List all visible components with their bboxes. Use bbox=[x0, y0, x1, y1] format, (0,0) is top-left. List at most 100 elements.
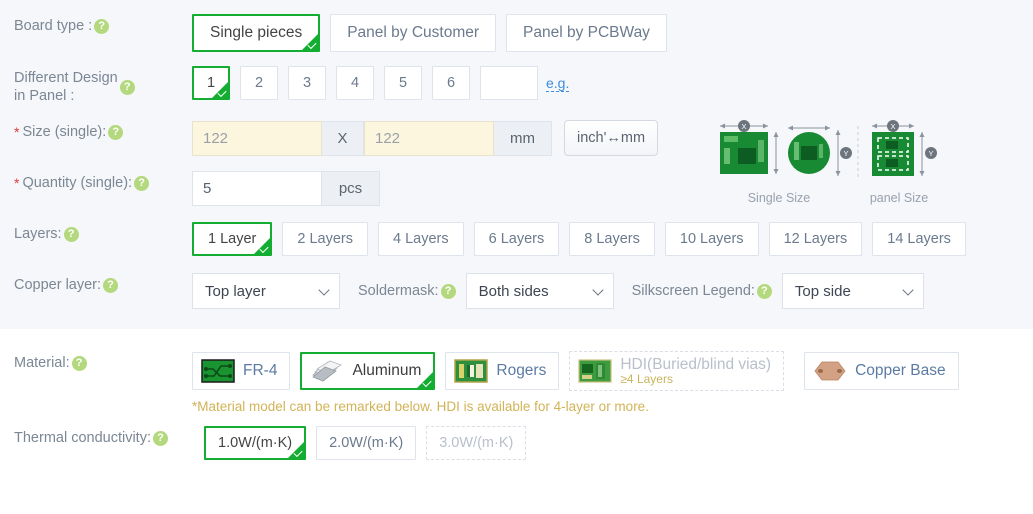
board-type-option-single-pieces[interactable]: Single pieces bbox=[192, 14, 321, 52]
soldermask-label-text: Soldermask: bbox=[358, 283, 439, 299]
layers-option-1[interactable]: 1 Layer bbox=[192, 222, 273, 256]
layers-option-label: 14 Layers bbox=[887, 231, 951, 247]
fr4-board-icon bbox=[201, 359, 235, 383]
quantity-label-text: Quantity (single): bbox=[22, 175, 133, 191]
material-option-rogers[interactable]: Rogers bbox=[445, 352, 560, 390]
row-thermal-conductivity: Thermal conductivity: ? 1.0W/(m·K) 2.0W/… bbox=[0, 414, 1033, 460]
board-type-label-text: Board type : bbox=[14, 18, 93, 34]
help-icon[interactable]: ? bbox=[440, 283, 456, 299]
basic-specs-section: Board type : ? Single pieces Panel by Cu… bbox=[0, 0, 1033, 329]
quantity-input[interactable] bbox=[192, 171, 322, 206]
layers-option-2[interactable]: 2 Layers bbox=[282, 222, 368, 256]
thermal-label: Thermal conductivity: ? bbox=[14, 426, 204, 447]
layers-option-label: 10 Layers bbox=[679, 231, 744, 247]
material-option-copper-base[interactable]: Copper Base bbox=[804, 352, 959, 390]
board-type-option-panel-by-customer[interactable]: Panel by Customer bbox=[330, 14, 497, 52]
size-width-input[interactable] bbox=[192, 120, 322, 156]
help-icon[interactable]: ? bbox=[71, 355, 87, 371]
layers-option-label: 8 Layers bbox=[584, 231, 640, 247]
help-icon[interactable]: ? bbox=[153, 430, 168, 446]
copper-layer-select-wrap: Top layer bbox=[192, 273, 340, 309]
board-type-option-label: Single pieces bbox=[210, 24, 303, 41]
size-diagram: X Y X Y Single Size panel Size bbox=[706, 118, 946, 206]
design-count-label: 3 bbox=[302, 75, 312, 91]
required-asterisk: * bbox=[14, 175, 20, 191]
silkscreen-label: Silkscreen Legend: ? bbox=[632, 283, 772, 299]
material-options: FR-4 Aluminum Rogers HDI(Buried/blind vi… bbox=[192, 351, 1033, 391]
help-icon[interactable]: ? bbox=[108, 124, 124, 140]
material-option-hdi[interactable]: HDI(Buried/blind vias) ≥4 Layers bbox=[569, 351, 785, 391]
help-icon[interactable]: ? bbox=[103, 277, 119, 293]
board-type-options: Single pieces Panel by Customer Panel by… bbox=[192, 14, 1033, 52]
silkscreen-label-text: Silkscreen Legend: bbox=[631, 283, 755, 299]
row-board-type: Board type : ? Single pieces Panel by Cu… bbox=[0, 0, 1033, 52]
board-type-option-panel-by-pcbway[interactable]: Panel by PCBWay bbox=[506, 14, 667, 52]
size-separator: X bbox=[322, 120, 364, 156]
different-design-label-text: Different Design in Panel : bbox=[14, 70, 118, 104]
hdi-text-block: HDI(Buried/blind vias) ≥4 Layers bbox=[620, 355, 772, 386]
design-count-label: 6 bbox=[446, 75, 456, 91]
size-label-text: Size (single): bbox=[22, 124, 107, 140]
layers-option-10[interactable]: 10 Layers bbox=[664, 222, 759, 256]
row-different-design-in-panel: Different Design in Panel : ? 1 2 3 4 5 … bbox=[0, 52, 1033, 105]
design-count-label: 2 bbox=[254, 75, 264, 91]
material-option-label: FR-4 bbox=[243, 362, 278, 379]
design-count-option-6[interactable]: 6 bbox=[432, 66, 470, 100]
soldermask-select[interactable]: Both sides bbox=[465, 273, 614, 309]
soldermask-select-wrap: Both sides bbox=[465, 273, 614, 309]
design-count-option-5[interactable]: 5 bbox=[384, 66, 422, 100]
design-count-option-1[interactable]: 1 bbox=[192, 66, 230, 100]
layers-option-label: 6 Layers bbox=[488, 231, 545, 247]
help-icon[interactable]: ? bbox=[119, 79, 135, 95]
layers-label-text: Layers: bbox=[14, 226, 62, 242]
size-diagram-svg: X Y X Y bbox=[720, 120, 937, 180]
material-option-aluminum[interactable]: Aluminum bbox=[300, 352, 436, 390]
copper-layer-select[interactable]: Top layer bbox=[192, 273, 340, 309]
svg-text:Y: Y bbox=[928, 149, 933, 158]
layers-option-14[interactable]: 14 Layers bbox=[872, 222, 966, 256]
help-icon[interactable]: ? bbox=[63, 226, 79, 242]
help-icon[interactable]: ? bbox=[94, 18, 110, 34]
quantity-unit-label: pcs bbox=[322, 171, 380, 206]
quantity-label: * Quantity (single): ? bbox=[14, 171, 192, 192]
different-design-label: Different Design in Panel : ? bbox=[14, 66, 192, 105]
thermal-option-3-0[interactable]: 3.0W/(m·K) bbox=[426, 426, 527, 460]
hdi-board-icon bbox=[578, 359, 612, 383]
eg-link[interactable]: e.g. bbox=[546, 75, 570, 92]
material-specs-section: Material: ? FR-4 Aluminum Rogers HDI(Bur… bbox=[0, 329, 1033, 460]
size-label: * Size (single): ? bbox=[14, 120, 192, 141]
unit-convert-button[interactable]: inch'↔mm bbox=[564, 120, 659, 156]
layers-label: Layers: ? bbox=[14, 222, 192, 243]
material-label: Material: ? bbox=[14, 351, 192, 372]
thermal-option-1-0[interactable]: 1.0W/(m·K) bbox=[204, 426, 307, 460]
silkscreen-select[interactable]: Top side bbox=[781, 273, 924, 309]
design-count-option-2[interactable]: 2 bbox=[240, 66, 278, 100]
soldermask-label: Soldermask: ? bbox=[358, 283, 456, 299]
layers-option-4[interactable]: 4 Layers bbox=[378, 222, 464, 256]
design-count-option-4[interactable]: 4 bbox=[336, 66, 374, 100]
thermal-options: 1.0W/(m·K) 2.0W/(m·K) 3.0W/(m·K) bbox=[204, 426, 1033, 460]
layers-option-8[interactable]: 8 Layers bbox=[569, 222, 655, 256]
material-option-fr4[interactable]: FR-4 bbox=[192, 352, 291, 390]
help-icon[interactable]: ? bbox=[134, 175, 150, 191]
row-material: Material: ? FR-4 Aluminum Rogers HDI(Bur… bbox=[0, 329, 1033, 391]
silkscreen-select-wrap: Top side bbox=[781, 273, 924, 309]
material-label-text: Material: bbox=[14, 355, 70, 371]
aluminum-sheets-icon bbox=[312, 360, 343, 382]
size-height-input[interactable] bbox=[364, 120, 494, 156]
thermal-option-label: 1.0W/(m·K) bbox=[218, 435, 293, 451]
layers-option-6[interactable]: 6 Layers bbox=[473, 222, 560, 256]
thermal-option-2-0[interactable]: 2.0W/(m·K) bbox=[316, 426, 417, 460]
diagram-caption-single: Single Size bbox=[747, 191, 811, 205]
material-option-label: HDI(Buried/blind vias) bbox=[620, 355, 772, 373]
design-count-custom-input[interactable] bbox=[480, 66, 538, 100]
help-icon[interactable]: ? bbox=[756, 283, 772, 299]
layers-option-label: 4 Layers bbox=[393, 231, 449, 247]
copper-layer-label: Copper layer: ? bbox=[14, 273, 192, 294]
material-option-label: Copper Base bbox=[855, 362, 946, 379]
design-count-option-3[interactable]: 3 bbox=[288, 66, 326, 100]
copper-layer-label-text: Copper layer: bbox=[14, 277, 102, 293]
rogers-board-icon bbox=[454, 359, 489, 383]
layers-option-12[interactable]: 12 Layers bbox=[768, 222, 863, 256]
row-layers: Layers: ? 1 Layer 2 Layers 4 Layers 6 La… bbox=[0, 206, 1033, 256]
